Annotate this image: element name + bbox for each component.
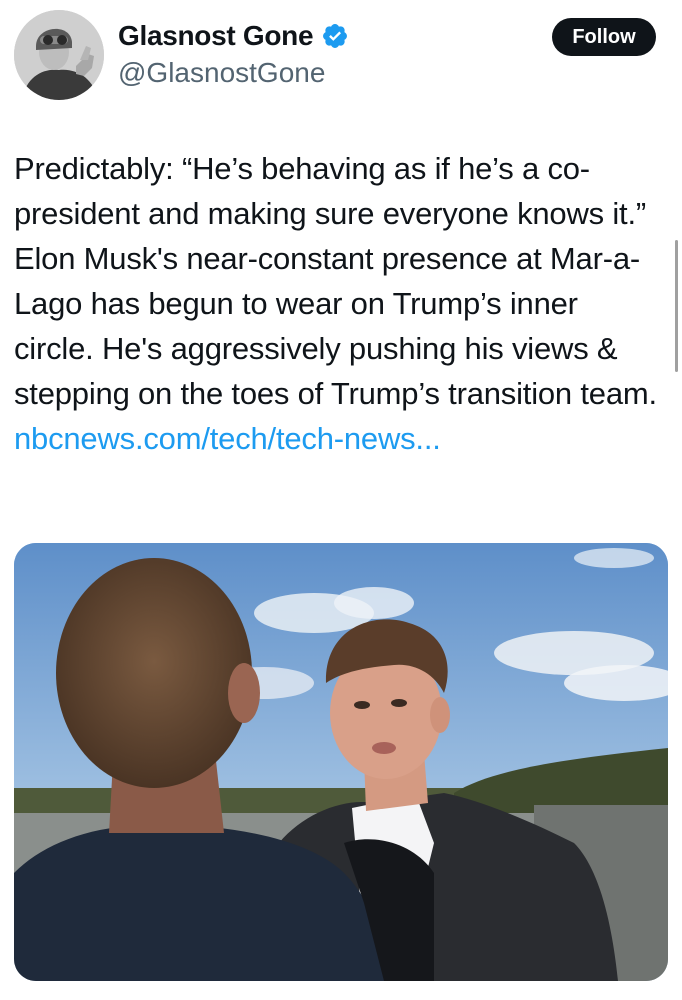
tweet-text: Predictably: “He’s behaving as if he’s a… [14,146,664,461]
scrollbar[interactable] [675,240,678,372]
photo-image [14,543,668,981]
author-name-row: Glasnost Gone [118,18,349,54]
tweet-media-photo[interactable] [14,543,668,981]
avatar-image [14,10,104,100]
author-display-name[interactable]: Glasnost Gone [118,18,314,54]
tweet-link[interactable]: nbcnews.com/tech/tech-news... [14,421,441,456]
verified-badge-icon [323,24,348,48]
avatar[interactable] [14,10,104,100]
tweet: Glasnost Gone @GlasnostGone Follow Predi… [0,0,682,1000]
author-handle[interactable]: @GlasnostGone [118,56,325,90]
tweet-body: Predictably: “He’s behaving as if he’s a… [14,151,657,411]
follow-button[interactable]: Follow [552,18,656,56]
